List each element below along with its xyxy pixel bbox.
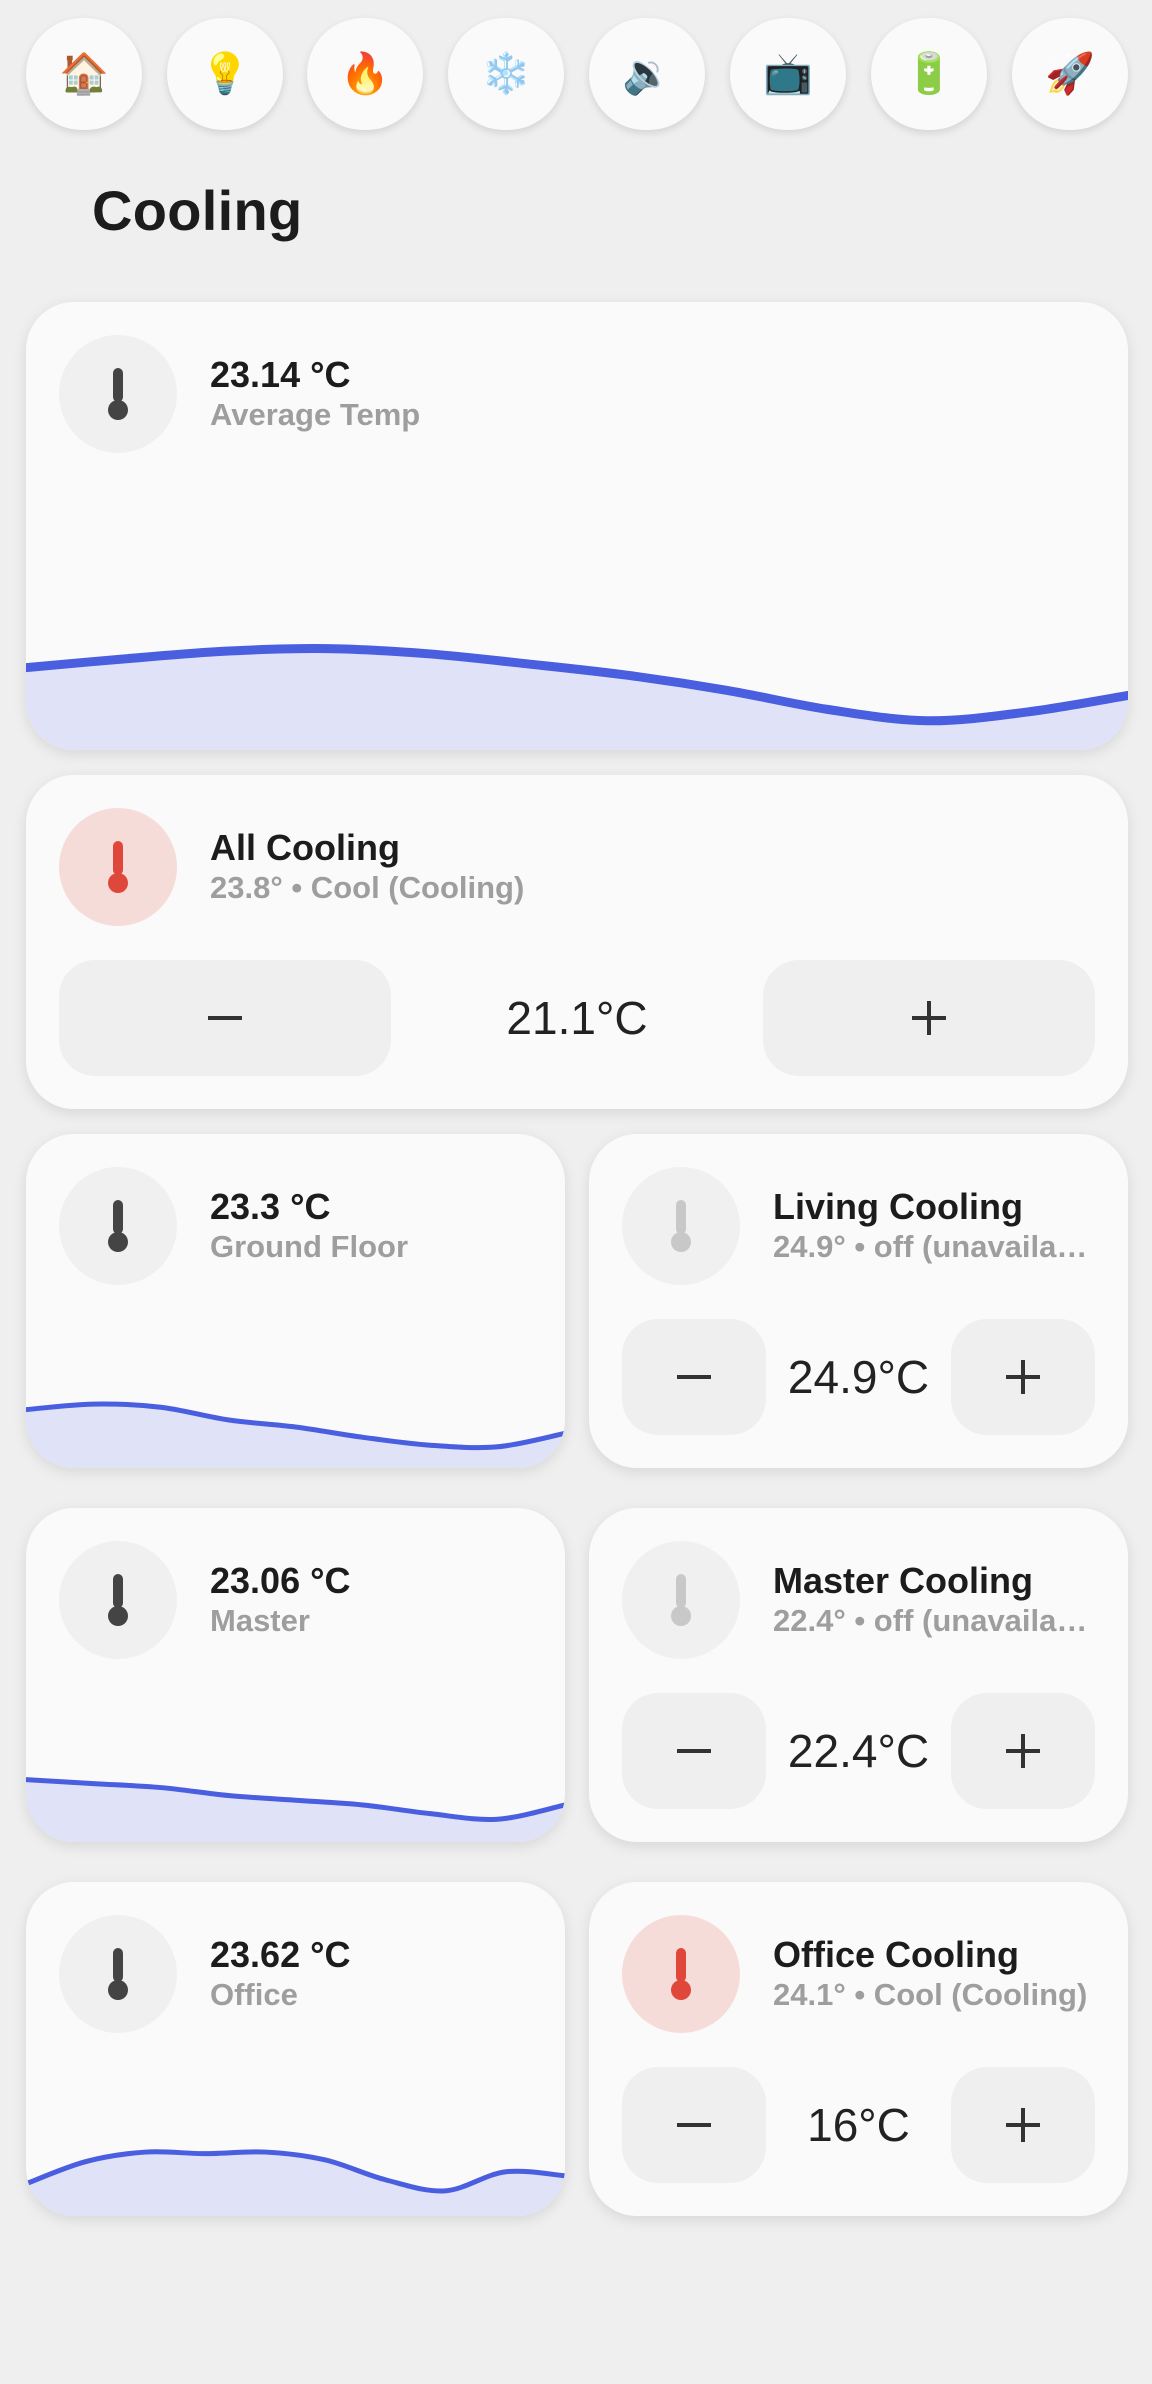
minus-icon [677,2123,711,2127]
nav-audio-button[interactable]: 🔉 [589,18,705,130]
master-temp-graph [26,1777,565,1842]
minus-icon [677,1375,711,1379]
thermostat-icon[interactable] [59,808,177,926]
nav-tv-button[interactable]: 📺 [730,18,846,130]
thermostat-name: Master Cooling [773,1560,1034,1601]
thermostat-status: 23.8° • Cool (Cooling) [210,870,525,905]
minus-icon [208,1016,242,1020]
decrease-temp-button[interactable] [622,1693,766,1809]
target-temp: 24.9°C [787,1351,930,1403]
sensor-label: Average Temp [210,397,421,432]
ground-floor-temp-graph [26,1401,565,1468]
plus-icon [1006,1360,1040,1394]
average-temp-card[interactable]: 23.14 °C Average Temp [26,302,1128,750]
office-temp-graph [26,2149,565,2216]
trend-area [26,2151,565,2216]
ground-floor-temp-card[interactable]: 23.3 °C Ground Floor [26,1134,565,1468]
top-nav-bar: 🏠 💡 🔥 ❄️ 🔉 📺 🔋 🚀 [26,18,1128,130]
sensor-value: 23.14 °C [210,354,351,395]
all-cooling-card: All Cooling 23.8° • Cool (Cooling) 21.1°… [26,775,1128,1109]
master-cooling-card: Master Cooling 22.4° • off (unavailable)… [589,1508,1128,1842]
trend-area [26,648,1128,750]
decrease-temp-button[interactable] [59,960,391,1076]
thermostat-icon[interactable] [622,1541,740,1659]
thermostat-status: 24.9° • off (unavailable) [773,1229,1104,1264]
target-temp: 16°C [807,2099,910,2151]
increase-temp-button[interactable] [951,1319,1095,1435]
thermometer-icon [59,335,177,453]
decrease-temp-button[interactable] [622,1319,766,1435]
plus-icon [912,1001,946,1035]
plus-icon [1006,1734,1040,1768]
thermostat-status: 22.4° • off (unavailable) [773,1603,1104,1638]
rocket-icon: 🚀 [1045,51,1095,97]
decrease-temp-button[interactable] [622,2067,766,2183]
nav-home-button[interactable]: 🏠 [26,18,142,130]
thermometer-icon [59,1167,177,1285]
nav-battery-button[interactable]: 🔋 [871,18,987,130]
increase-temp-button[interactable] [951,2067,1095,2183]
trend-area [26,1403,565,1468]
thermostat-name: All Cooling [210,827,400,868]
master-temp-card[interactable]: 23.06 °C Master [26,1508,565,1842]
thermometer-icon [59,1915,177,2033]
nav-cooling-button[interactable]: ❄️ [448,18,564,130]
thermostat-icon[interactable] [622,1915,740,2033]
television-icon: 📺 [763,51,813,97]
page-title: Cooling [92,179,303,242]
minus-icon [677,1749,711,1753]
battery-icon: 🔋 [904,51,954,97]
thermostat-status: 24.1° • Cool (Cooling) [773,1977,1088,2012]
nav-lights-button[interactable]: 💡 [167,18,283,130]
thermostat-name: Living Cooling [773,1186,1023,1227]
sensor-label: Ground Floor [210,1229,409,1264]
target-temp: 21.1°C [506,992,648,1044]
sensor-label: Office [210,1977,298,2012]
living-cooling-card: Living Cooling 24.9° • off (unavailable)… [589,1134,1128,1468]
nav-rocket-button[interactable]: 🚀 [1012,18,1128,130]
house-icon: 🏠 [59,51,109,97]
thermostat-name: Office Cooling [773,1934,1019,1975]
thermometer-icon [59,1541,177,1659]
sensor-value: 23.3 °C [210,1186,331,1227]
speaker-icon: 🔉 [622,51,672,97]
snowflake-icon: ❄️ [481,51,531,97]
light-bulb-icon: 💡 [200,51,250,97]
average-temp-graph [26,644,1128,750]
sensor-label: Master [210,1603,310,1638]
flame-icon: 🔥 [340,51,390,97]
plus-icon [1006,2108,1040,2142]
sensor-value: 23.06 °C [210,1560,351,1601]
sensor-value: 23.62 °C [210,1934,351,1975]
increase-temp-button[interactable] [763,960,1095,1076]
trend-area [26,1779,565,1842]
nav-heating-button[interactable]: 🔥 [307,18,423,130]
office-temp-card[interactable]: 23.62 °C Office [26,1882,565,2216]
office-cooling-card: Office Cooling 24.1° • Cool (Cooling) 16… [589,1882,1128,2216]
thermostat-icon[interactable] [622,1167,740,1285]
increase-temp-button[interactable] [951,1693,1095,1809]
target-temp: 22.4°C [787,1725,930,1777]
